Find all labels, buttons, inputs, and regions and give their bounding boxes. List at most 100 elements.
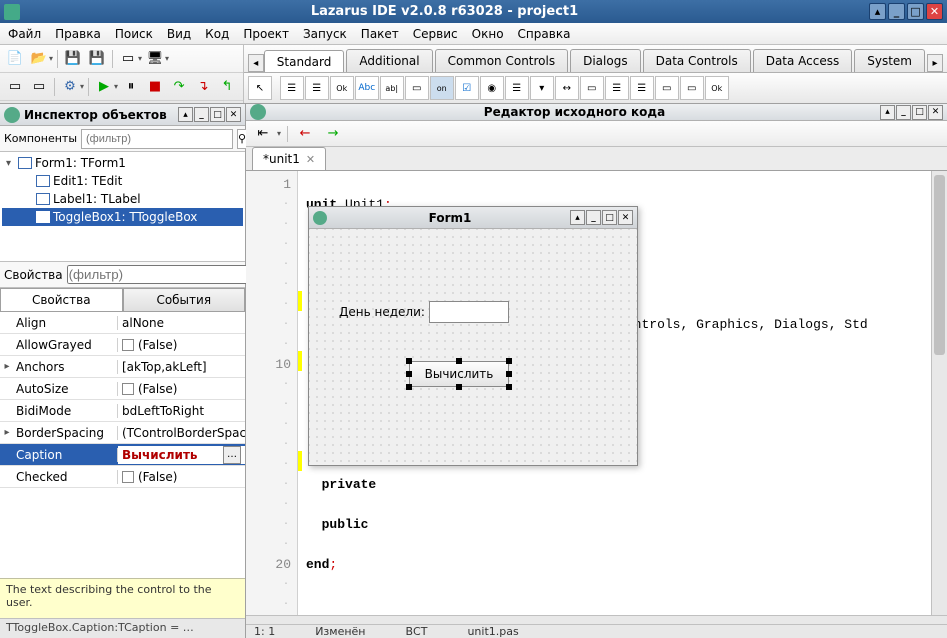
maximize-button[interactable]: □: [907, 3, 924, 20]
palette-listbox[interactable]: ☰: [505, 76, 529, 100]
palette-checkgroup[interactable]: ☰: [630, 76, 654, 100]
nav-back-button[interactable]: ←: [294, 123, 316, 145]
component-tree[interactable]: ▾Form1: TForm1 Edit1: TEdit Label1: TLab…: [0, 152, 245, 262]
prop-anchors[interactable]: ▸Anchors[akTop,akLeft]: [0, 356, 245, 378]
shade-button[interactable]: ▴: [869, 3, 886, 20]
ed-close[interactable]: ✕: [928, 105, 943, 120]
property-grid[interactable]: AlignalNone AllowGrayed(False) ▸Anchors[…: [0, 312, 245, 578]
palette-label[interactable]: Abc: [355, 76, 379, 100]
menu-run[interactable]: Запуск: [303, 27, 347, 41]
palette-button[interactable]: Ok: [330, 76, 354, 100]
tab-close-icon[interactable]: ✕: [306, 153, 315, 166]
view-units-button[interactable]: ▭: [4, 76, 26, 98]
prop-allowgrayed[interactable]: AllowGrayed(False): [0, 334, 245, 356]
palette-combobox[interactable]: ▾: [530, 76, 554, 100]
tab-additional[interactable]: Additional: [346, 49, 432, 72]
menu-package[interactable]: Пакет: [361, 27, 399, 41]
horizontal-scrollbar[interactable]: [246, 615, 947, 624]
stop-button[interactable]: ■: [144, 76, 166, 98]
new-form-button[interactable]: ▭: [117, 48, 139, 70]
form-titlebar[interactable]: Form1 ▴ _ □ ✕: [309, 207, 637, 229]
palette-edit[interactable]: ab|: [380, 76, 404, 100]
palette-groupbox[interactable]: ▭: [580, 76, 604, 100]
toggle-form-unit-button[interactable]: 🖥: [144, 48, 166, 70]
form-min[interactable]: _: [586, 210, 601, 225]
vertical-scrollbar[interactable]: [931, 171, 947, 615]
menu-project[interactable]: Проект: [243, 27, 289, 41]
tab-system[interactable]: System: [854, 49, 925, 72]
pause-button[interactable]: ⏸: [120, 76, 142, 98]
palette-radiobutton[interactable]: ◉: [480, 76, 504, 100]
palette-checkbox[interactable]: ☑: [455, 76, 479, 100]
form-close[interactable]: ✕: [618, 210, 633, 225]
nav-fwd-button[interactable]: →: [322, 123, 344, 145]
palette-radiogroup[interactable]: ☰: [605, 76, 629, 100]
designer-label1[interactable]: День недели:: [339, 305, 425, 319]
form-designer[interactable]: Form1 ▴ _ □ ✕ День недели: Вычислить: [308, 206, 638, 466]
menu-service[interactable]: Сервис: [413, 27, 458, 41]
tab-standard[interactable]: Standard: [264, 50, 345, 73]
tree-label1[interactable]: Label1: TLabel: [2, 190, 243, 208]
menu-file[interactable]: Файл: [8, 27, 41, 41]
step-out-button[interactable]: ↰: [216, 76, 238, 98]
step-into-button[interactable]: ↴: [192, 76, 214, 98]
menu-view[interactable]: Вид: [167, 27, 191, 41]
tab-data-controls[interactable]: Data Controls: [643, 49, 751, 72]
prop-align[interactable]: AlignalNone: [0, 312, 245, 334]
ed-max[interactable]: □: [912, 105, 927, 120]
tree-edit1[interactable]: Edit1: TEdit: [2, 172, 243, 190]
oi-shade[interactable]: ▴: [178, 107, 193, 122]
tree-form1[interactable]: ▾Form1: TForm1: [2, 154, 243, 172]
tab-events[interactable]: События: [123, 288, 246, 311]
tree-togglebox1[interactable]: ToggleBox1: TToggleBox: [2, 208, 243, 226]
palette-popupmenu[interactable]: ☰: [305, 76, 329, 100]
prop-bidimode[interactable]: BidiModebdLeftToRight: [0, 400, 245, 422]
caption-ellipsis-button[interactable]: …: [223, 446, 241, 464]
ed-shade[interactable]: ▴: [880, 105, 895, 120]
tab-data-access[interactable]: Data Access: [753, 49, 853, 72]
run-button[interactable]: ▶: [93, 76, 115, 98]
tab-properties[interactable]: Свойства: [0, 288, 123, 311]
prop-autosize[interactable]: AutoSize(False): [0, 378, 245, 400]
menu-edit[interactable]: Правка: [55, 27, 101, 41]
oi-close[interactable]: ✕: [226, 107, 241, 122]
tab-common-controls[interactable]: Common Controls: [435, 49, 569, 72]
palette-scrollbar[interactable]: ↔: [555, 76, 579, 100]
palette-frame[interactable]: ▭: [680, 76, 704, 100]
jump-back-dd[interactable]: ⇤: [252, 123, 274, 145]
menu-help[interactable]: Справка: [518, 27, 571, 41]
designer-edit1[interactable]: [429, 301, 509, 323]
oi-max[interactable]: □: [210, 107, 225, 122]
save-all-button[interactable]: 💾: [86, 48, 108, 70]
close-button[interactable]: ✕: [926, 3, 943, 20]
tab-nav-left[interactable]: ◂: [248, 54, 264, 72]
ed-min[interactable]: _: [896, 105, 911, 120]
palette-memo[interactable]: ▭: [405, 76, 429, 100]
tab-nav-right[interactable]: ▸: [927, 54, 943, 72]
form-shade[interactable]: ▴: [570, 210, 585, 225]
view-forms-button[interactable]: ▭: [28, 76, 50, 98]
palette-actionlist[interactable]: Ok: [705, 76, 729, 100]
prop-checked[interactable]: Checked(False): [0, 466, 245, 488]
form-canvas[interactable]: День недели: Вычислить: [309, 229, 637, 465]
palette-pointer[interactable]: ↖: [248, 76, 272, 100]
save-button[interactable]: 💾: [62, 48, 84, 70]
minimize-button[interactable]: _: [888, 3, 905, 20]
palette-panel[interactable]: ▭: [655, 76, 679, 100]
build-mode-button[interactable]: ⚙: [59, 76, 81, 98]
palette-togglebox[interactable]: on: [430, 76, 454, 100]
open-button[interactable]: 📂: [28, 48, 50, 70]
oi-min[interactable]: _: [194, 107, 209, 122]
menu-search[interactable]: Поиск: [115, 27, 153, 41]
palette-mainmenu[interactable]: ☰: [280, 76, 304, 100]
prop-borderspacing[interactable]: ▸BorderSpacing(TControlBorderSpacing): [0, 422, 245, 444]
tab-dialogs[interactable]: Dialogs: [570, 49, 640, 72]
property-filter-input[interactable]: [67, 265, 248, 284]
form-max[interactable]: □: [602, 210, 617, 225]
step-over-button[interactable]: ↷: [168, 76, 190, 98]
component-filter-input[interactable]: [81, 129, 233, 149]
prop-caption[interactable]: CaptionВычислить…: [0, 444, 245, 466]
new-unit-button[interactable]: 📄: [4, 48, 26, 70]
menu-window[interactable]: Окно: [472, 27, 504, 41]
tab-unit1[interactable]: *unit1✕: [252, 147, 326, 170]
